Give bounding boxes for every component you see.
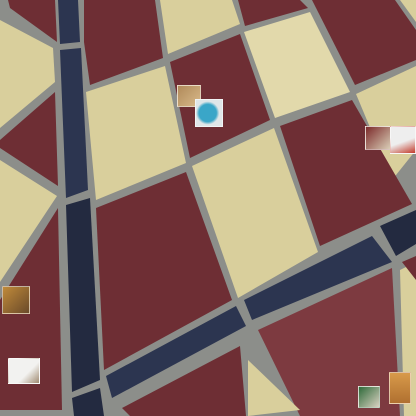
tiled-floor-photo <box>0 0 416 416</box>
sticker-paper <box>8 358 40 384</box>
band-navy <box>58 0 80 44</box>
sticker-blue-cloth <box>195 99 223 127</box>
floor-tiles <box>0 0 416 416</box>
sticker-food <box>2 286 30 314</box>
sticker-green-item <box>358 386 380 408</box>
sticker-red-object <box>365 126 391 150</box>
sticker-orange-item <box>389 372 411 404</box>
sticker-white-figure <box>390 126 416 154</box>
